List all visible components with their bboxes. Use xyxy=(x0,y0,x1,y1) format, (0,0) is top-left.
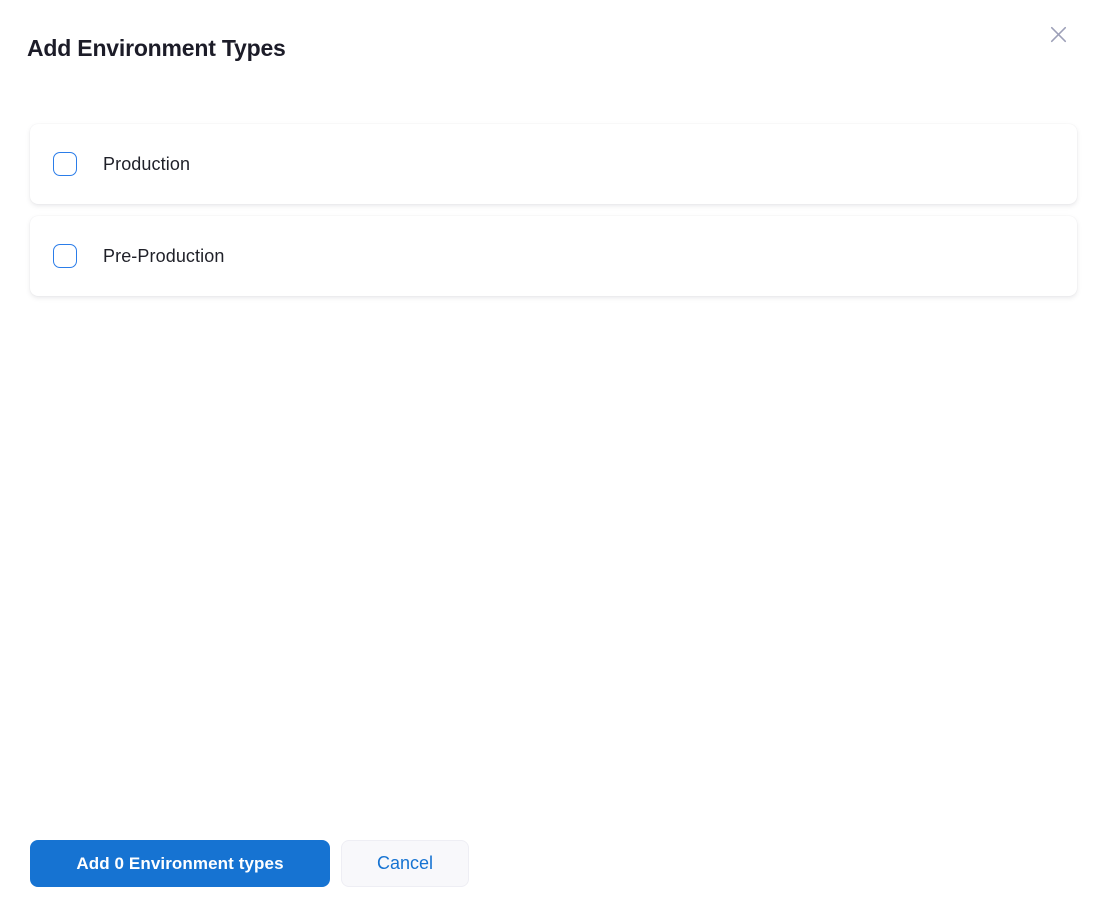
add-environment-types-button[interactable]: Add 0 Environment types xyxy=(30,840,330,887)
list-item-production[interactable]: Production xyxy=(30,124,1077,204)
list-item-pre-production[interactable]: Pre-Production xyxy=(30,216,1077,296)
close-icon xyxy=(1046,22,1071,47)
pre-production-label: Pre-Production xyxy=(103,246,224,267)
modal-footer: Add 0 Environment types Cancel xyxy=(30,840,469,887)
production-label: Production xyxy=(103,154,190,175)
close-button[interactable] xyxy=(1044,20,1072,48)
page-title: Add Environment Types xyxy=(27,30,1085,66)
environment-type-list: Production Pre-Production xyxy=(30,124,1077,296)
modal-header: Add Environment Types xyxy=(27,30,1085,66)
cancel-button[interactable]: Cancel xyxy=(341,840,469,887)
pre-production-checkbox[interactable] xyxy=(53,244,77,268)
production-checkbox[interactable] xyxy=(53,152,77,176)
